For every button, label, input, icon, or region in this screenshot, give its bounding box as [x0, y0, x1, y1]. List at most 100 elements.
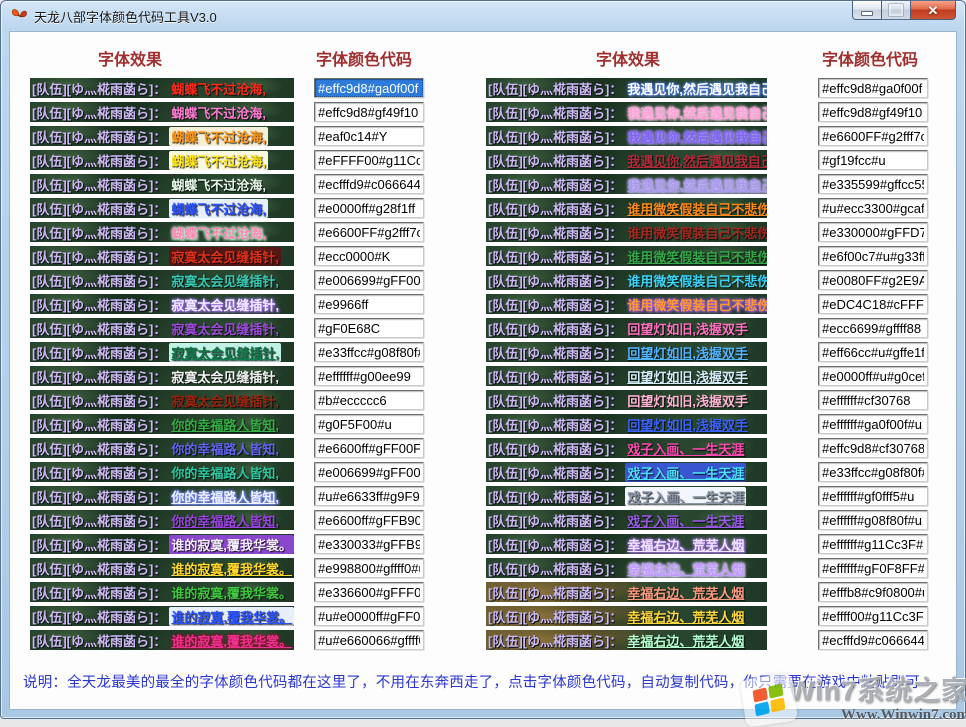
close-button[interactable]: ✕ — [910, 1, 956, 20]
color-code-input[interactable] — [818, 606, 928, 626]
chat-prefix: [队伍][ゆ灬椛雨菡ら]： — [30, 127, 169, 146]
chat-prefix: [队伍][ゆ灬椛雨菡ら]： — [486, 535, 625, 554]
chat-message: 蝴蝶飞不过沧海, — [169, 151, 268, 170]
chat-preview-row: [队伍][ゆ灬椛雨菡ら]： 戏子入画、一生天涯 — [486, 486, 767, 506]
chat-preview-row: [队伍][ゆ灬椛雨菡ら]： 我遇见你,然后遇见我自己.. — [486, 174, 767, 194]
color-code-input[interactable] — [314, 270, 424, 290]
color-code-input[interactable] — [314, 222, 424, 242]
color-code-input[interactable] — [818, 558, 928, 578]
chat-prefix: [队伍][ゆ灬椛雨菡ら]： — [486, 487, 625, 506]
color-code-input[interactable] — [818, 510, 928, 530]
color-code-input[interactable] — [818, 126, 928, 146]
chat-message: 幸福右边、荒芜人烟 — [625, 607, 746, 626]
color-code-input[interactable] — [818, 270, 928, 290]
chat-preview-row: [队伍][ゆ灬椛雨菡ら]： 寂寞太会见缝插针, — [30, 366, 294, 386]
header-effect-right: 字体效果 — [596, 46, 660, 70]
color-code-input[interactable] — [818, 102, 928, 122]
color-code-input[interactable] — [818, 318, 928, 338]
minimize-button[interactable] — [852, 1, 882, 20]
color-code-input[interactable] — [818, 534, 928, 554]
color-code-input[interactable] — [314, 342, 424, 362]
color-code-input[interactable] — [818, 486, 928, 506]
chat-prefix: [队伍][ゆ灬椛雨菡ら]： — [486, 295, 625, 314]
color-code-input[interactable] — [818, 438, 928, 458]
chat-prefix: [队伍][ゆ灬椛雨菡ら]： — [30, 415, 169, 434]
color-code-input[interactable] — [818, 174, 928, 194]
chat-message: 蝴蝶飞不过沧海, — [169, 103, 268, 122]
color-code-input[interactable] — [314, 150, 424, 170]
color-code-input[interactable] — [314, 438, 424, 458]
color-code-input[interactable] — [314, 102, 424, 122]
color-code-input[interactable] — [818, 414, 928, 434]
chat-prefix: [队伍][ゆ灬椛雨菡ら]： — [486, 391, 625, 410]
color-code-input[interactable] — [818, 390, 928, 410]
chat-prefix: [队伍][ゆ灬椛雨菡ら]： — [486, 607, 625, 626]
color-code-input[interactable] — [818, 342, 928, 362]
color-code-input[interactable] — [314, 630, 424, 650]
chat-message: 谁用微笑假装自己不悲伤 — [625, 271, 767, 290]
color-code-input[interactable] — [314, 366, 424, 386]
maximize-button[interactable] — [882, 1, 910, 20]
chat-preview-row: [队伍][ゆ灬椛雨菡ら]： 谁用微笑假装自己不悲伤 — [486, 294, 767, 314]
chat-preview-row: [队伍][ゆ灬椛雨菡ら]： 回望灯如旧,浅握双手 — [486, 366, 767, 386]
color-code-input[interactable] — [314, 414, 424, 434]
color-code-input[interactable] — [314, 390, 424, 410]
butterfly-app-icon — [11, 8, 28, 24]
chat-message: 幸福右边、荒芜人烟 — [625, 631, 746, 650]
chat-message: 谁的寂寞,覆我华裳。 — [169, 583, 294, 602]
chat-message: 我遇见你,然后遇见我自己.. — [625, 127, 767, 146]
color-code-input[interactable] — [314, 510, 424, 530]
chat-message: 戏子入画、一生天涯 — [625, 463, 746, 482]
color-code-input[interactable] — [314, 462, 424, 482]
chat-message: 蝴蝶飞不过沧海, — [169, 199, 268, 218]
chat-prefix: [队伍][ゆ灬椛雨菡ら]： — [30, 367, 169, 386]
chat-prefix: [队伍][ゆ灬椛雨菡ら]： — [486, 247, 625, 266]
color-code-input[interactable] — [314, 126, 424, 146]
chat-message: 蝴蝶飞不过沧海, — [169, 223, 268, 242]
app-window: 天龙八部字体颜色代码工具V3.0 ✕ 字体效果 字体颜色代码 字体效果 字体颜色… — [0, 0, 966, 719]
color-code-input[interactable] — [314, 534, 424, 554]
color-code-input[interactable] — [314, 558, 424, 578]
color-code-input[interactable] — [818, 462, 928, 482]
chat-prefix: [队伍][ゆ灬椛雨菡ら]： — [30, 343, 169, 362]
color-code-input[interactable] — [818, 246, 928, 266]
color-code-input[interactable] — [818, 78, 928, 98]
chat-preview-row: [队伍][ゆ灬椛雨菡ら]： 回望灯如旧,浅握双手 — [486, 414, 767, 434]
chat-message: 谁的寂寞,覆我华裳。 — [169, 559, 294, 578]
color-code-input[interactable] — [314, 174, 424, 194]
chat-prefix: [队伍][ゆ灬椛雨菡ら]： — [486, 175, 625, 194]
color-code-input[interactable] — [314, 198, 424, 218]
chat-prefix: [队伍][ゆ灬椛雨菡ら]： — [486, 559, 625, 578]
color-code-input[interactable] — [314, 78, 424, 98]
chat-message: 戏子入画、一生天涯 — [625, 487, 746, 506]
chat-message: 寂寞太会见缝插针, — [169, 367, 281, 386]
chat-message: 幸福右边、荒芜人烟 — [625, 559, 746, 578]
color-code-input[interactable] — [818, 222, 928, 242]
chat-message: 你的幸福路人皆知, — [169, 511, 281, 530]
color-code-input[interactable] — [314, 294, 424, 314]
chat-preview-row: [队伍][ゆ灬椛雨菡ら]： 寂寞太会见缝插针, — [30, 390, 294, 410]
chat-preview-row: [队伍][ゆ灬椛雨菡ら]： 你的幸福路人皆知, — [30, 486, 294, 506]
chat-prefix: [队伍][ゆ灬椛雨菡ら]： — [30, 391, 169, 410]
watermark-title: Win7系统之家 — [789, 678, 966, 705]
color-code-input[interactable] — [314, 318, 424, 338]
color-code-input[interactable] — [314, 582, 424, 602]
color-code-input[interactable] — [314, 486, 424, 506]
chat-preview-row: [队伍][ゆ灬椛雨菡ら]： 寂寞太会见缝插针, — [30, 270, 294, 290]
color-code-input[interactable] — [818, 582, 928, 602]
color-code-input[interactable] — [314, 246, 424, 266]
color-code-input[interactable] — [818, 366, 928, 386]
chat-preview-row: [队伍][ゆ灬椛雨菡ら]： 戏子入画、一生天涯 — [486, 462, 767, 482]
header-code-left: 字体颜色代码 — [316, 46, 412, 70]
chat-message: 谁用微笑假装自己不悲伤 — [625, 295, 767, 314]
chat-message: 回望灯如旧,浅握双手 — [625, 319, 750, 338]
chat-message: 谁用微笑假装自己不悲伤 — [625, 223, 767, 242]
color-code-input[interactable] — [818, 150, 928, 170]
color-code-input[interactable] — [818, 198, 928, 218]
color-code-input[interactable] — [818, 294, 928, 314]
color-code-input[interactable] — [818, 630, 928, 650]
color-code-input[interactable] — [314, 606, 424, 626]
chat-message: 戏子入画、一生天涯 — [625, 439, 746, 458]
chat-preview-row: [队伍][ゆ灬椛雨菡ら]： 我遇见你,然后遇见我自己.. — [486, 150, 767, 170]
chat-preview-row: [队伍][ゆ灬椛雨菡ら]： 蝴蝶飞不过沧海, — [30, 198, 294, 218]
